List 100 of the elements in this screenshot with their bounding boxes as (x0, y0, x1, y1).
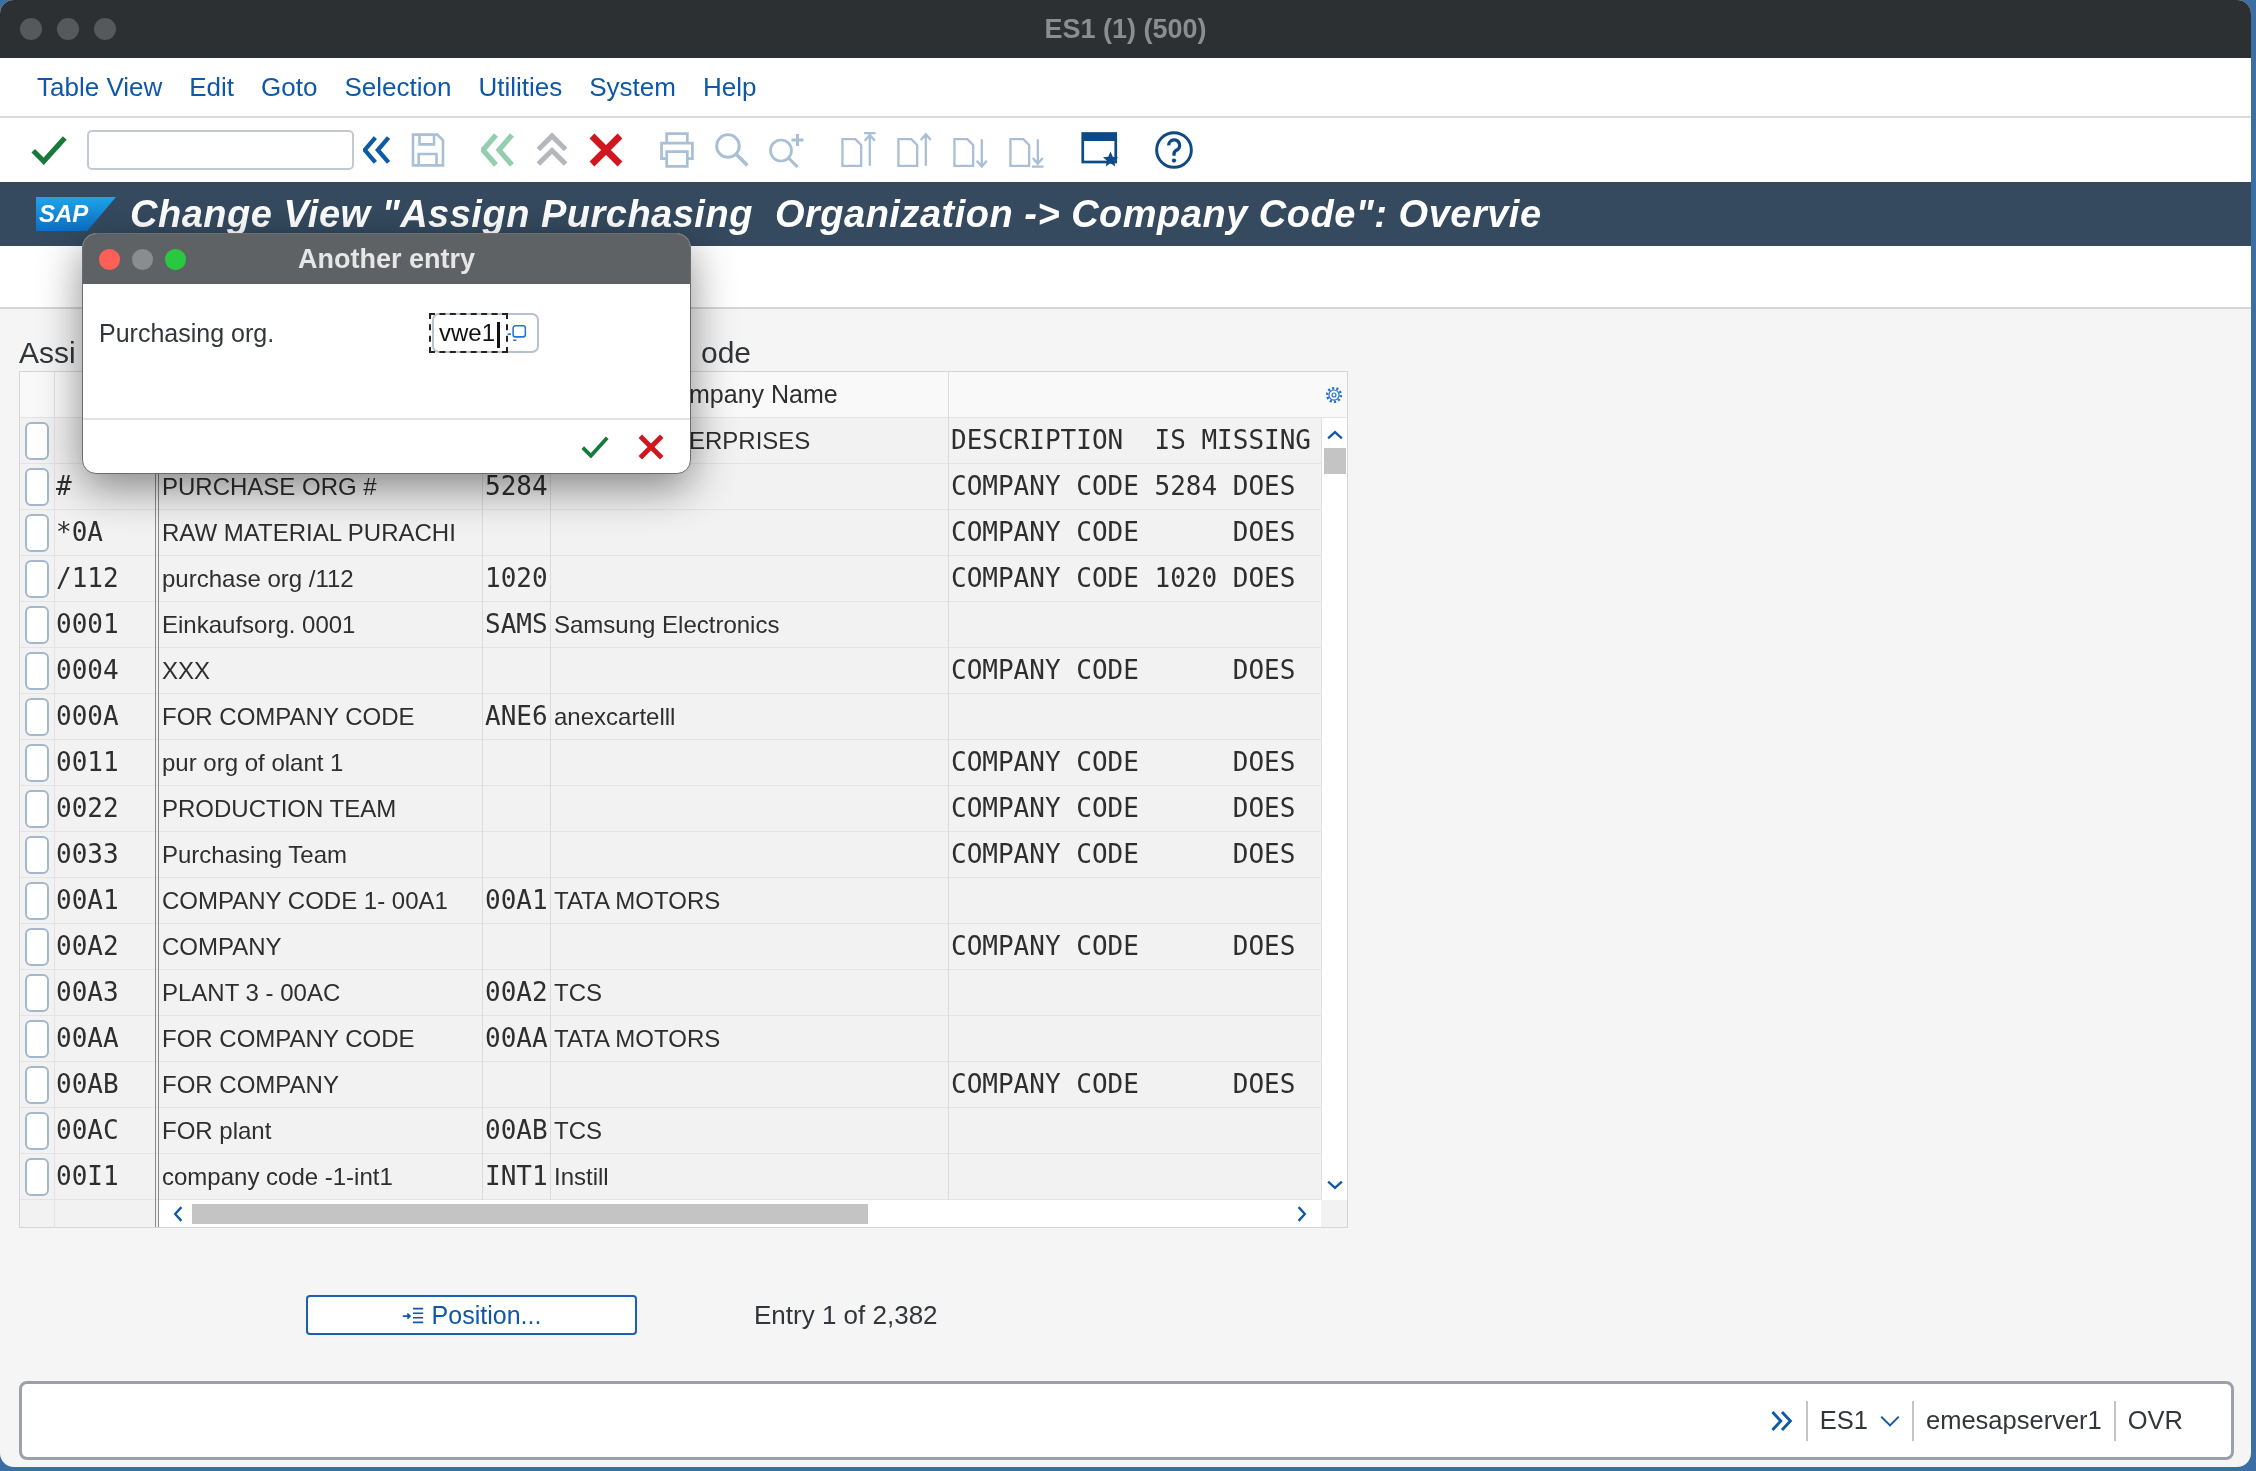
table-cell-text: 0001 (55, 608, 120, 641)
table-cell-text: TCS (553, 978, 603, 1008)
table-cell-text: ERPRISES (689, 426, 812, 456)
table-cell-text: COMPANY CODE DOES (950, 1068, 1297, 1101)
caret-down-icon[interactable] (1880, 1414, 1900, 1427)
double-chevron-left-icon[interactable] (363, 136, 391, 164)
menu-item[interactable]: Utilities (478, 71, 563, 103)
row-selector[interactable] (25, 1066, 49, 1104)
table-cell-text: pur org of olant 1 (161, 748, 345, 778)
row-selector[interactable] (25, 836, 49, 874)
table-cell-text: 00A1 (55, 884, 120, 917)
table-cell-text: anexcartelll (553, 702, 677, 732)
row-selector[interactable] (25, 698, 49, 736)
table-cell-text: *0A (55, 516, 104, 549)
table-cell-text: 00I1 (55, 1160, 120, 1193)
entry-count: Entry 1 of 2,382 (754, 1299, 938, 1331)
table-cell-text: 0004 (55, 654, 120, 687)
table-cell-text: ANE6 (484, 700, 549, 733)
menu-item[interactable]: Goto (261, 71, 318, 103)
window-close-button[interactable] (20, 18, 42, 40)
settings-icon[interactable] (1325, 386, 1343, 404)
position-button[interactable]: Position... (306, 1295, 637, 1335)
window-minimize-button[interactable] (132, 248, 153, 270)
table-cell-text: FOR COMPANY (161, 1070, 340, 1100)
row-selector[interactable] (25, 606, 49, 644)
row-selector[interactable] (25, 422, 49, 460)
table-cell-text: COMPANY (161, 932, 283, 962)
row-selector[interactable] (25, 928, 49, 966)
row-selector[interactable] (25, 1020, 49, 1058)
table-cell-text: SAMS (484, 608, 549, 641)
arrow-list-icon (401, 1306, 424, 1324)
row-selector[interactable] (25, 514, 49, 552)
table-cell-text: COMPANY CODE DOES (950, 746, 1297, 779)
double-chevron-right-icon[interactable] (1769, 1409, 1794, 1432)
table-cell-text: 00A2 (484, 976, 549, 1009)
menu-item[interactable]: Selection (344, 71, 452, 103)
group-title: Assi (19, 335, 76, 371)
table-cell-text: Samsung Electronics (553, 610, 781, 640)
row-selector[interactable] (25, 790, 49, 828)
window-minimize-button[interactable] (57, 18, 79, 40)
square-icon[interactable] (507, 324, 528, 342)
table-cell-text: # (55, 470, 73, 503)
screen-title: Change View "Assign Purchasing Organization -> Company Code": Overvie (130, 192, 1542, 236)
system-name: ES1 (1819, 1406, 1868, 1435)
table-cell-text: 0033 (55, 838, 120, 871)
check-icon[interactable] (31, 135, 67, 165)
input-field[interactable]: vwe1 (432, 313, 539, 353)
table-cell-text: TCS (553, 1116, 603, 1146)
table-cell-text: TATA MOTORS (553, 886, 722, 916)
row-selector[interactable] (25, 1158, 49, 1196)
cross-icon[interactable] (589, 133, 623, 167)
row-selector[interactable] (25, 974, 49, 1012)
table-cell-text: 00AA (484, 1022, 549, 1055)
table-cell-text: COMPANY CODE DOES (950, 792, 1297, 825)
table-cell-text: RAW MATERIAL PURACHI (161, 518, 457, 548)
table-cell-text: COMPANY CODE DOES (950, 930, 1297, 963)
menu-item[interactable]: System (589, 71, 676, 103)
window-close-button[interactable] (99, 248, 120, 270)
window-zoom-button[interactable] (94, 18, 116, 40)
table-cell-text: 00A2 (55, 930, 120, 963)
menu-item[interactable]: Table View (37, 71, 163, 103)
group-title: ode (701, 335, 752, 371)
table-cell-text: COMPANY CODE 1020 DOES (950, 562, 1297, 595)
server-name: emesapserver1 (1926, 1406, 2102, 1435)
row-selector[interactable] (25, 1112, 49, 1150)
chevron-right-icon[interactable] (1297, 1205, 1307, 1222)
table-cell-text: TATA MOTORS (553, 1024, 722, 1054)
scrollbar-thumb[interactable] (1323, 448, 1346, 474)
scrollbar-thumb[interactable] (192, 1203, 868, 1224)
table-cell-text: Instill (553, 1162, 610, 1192)
table-cell-text: FOR plant (161, 1116, 273, 1146)
table-cell-text: mpany Name (689, 379, 839, 410)
table-cell-text: company code -1-int1 (161, 1162, 394, 1192)
table-cell-text: FOR COMPANY CODE (161, 1024, 416, 1054)
table-cell-text: 0022 (55, 792, 120, 825)
table-cell-text: 00AB (55, 1068, 120, 1101)
check-icon[interactable] (581, 434, 609, 459)
help-icon[interactable] (1155, 131, 1193, 169)
chevron-up-icon[interactable] (1326, 430, 1343, 440)
command-field[interactable] (87, 130, 354, 170)
chevron-left-icon[interactable] (173, 1205, 183, 1222)
cross-icon[interactable] (638, 433, 664, 460)
horizontal-scrollbar[interactable] (159, 1200, 1321, 1227)
table-cell-text: 000A (55, 700, 120, 733)
table-cell-text: Purchasing Team (161, 840, 348, 870)
row-selector[interactable] (25, 882, 49, 920)
window-title: ES1 (1) (500) (1044, 13, 1207, 45)
input-mode: OVR (2127, 1406, 2183, 1435)
row-selector[interactable] (25, 468, 49, 506)
row-selector[interactable] (25, 652, 49, 690)
table-cell-text: 00AA (55, 1022, 120, 1055)
row-selector[interactable] (25, 560, 49, 598)
dialog-title: Another entry (298, 243, 475, 275)
menu-item[interactable]: Edit (189, 71, 235, 103)
chevron-down-icon[interactable] (1326, 1180, 1343, 1190)
vertical-scrollbar[interactable] (1321, 418, 1347, 1200)
window-zoom-button[interactable] (165, 248, 186, 270)
menu-item[interactable]: Help (702, 71, 757, 103)
row-selector[interactable] (25, 744, 49, 782)
window-star-icon[interactable] (1081, 132, 1119, 168)
